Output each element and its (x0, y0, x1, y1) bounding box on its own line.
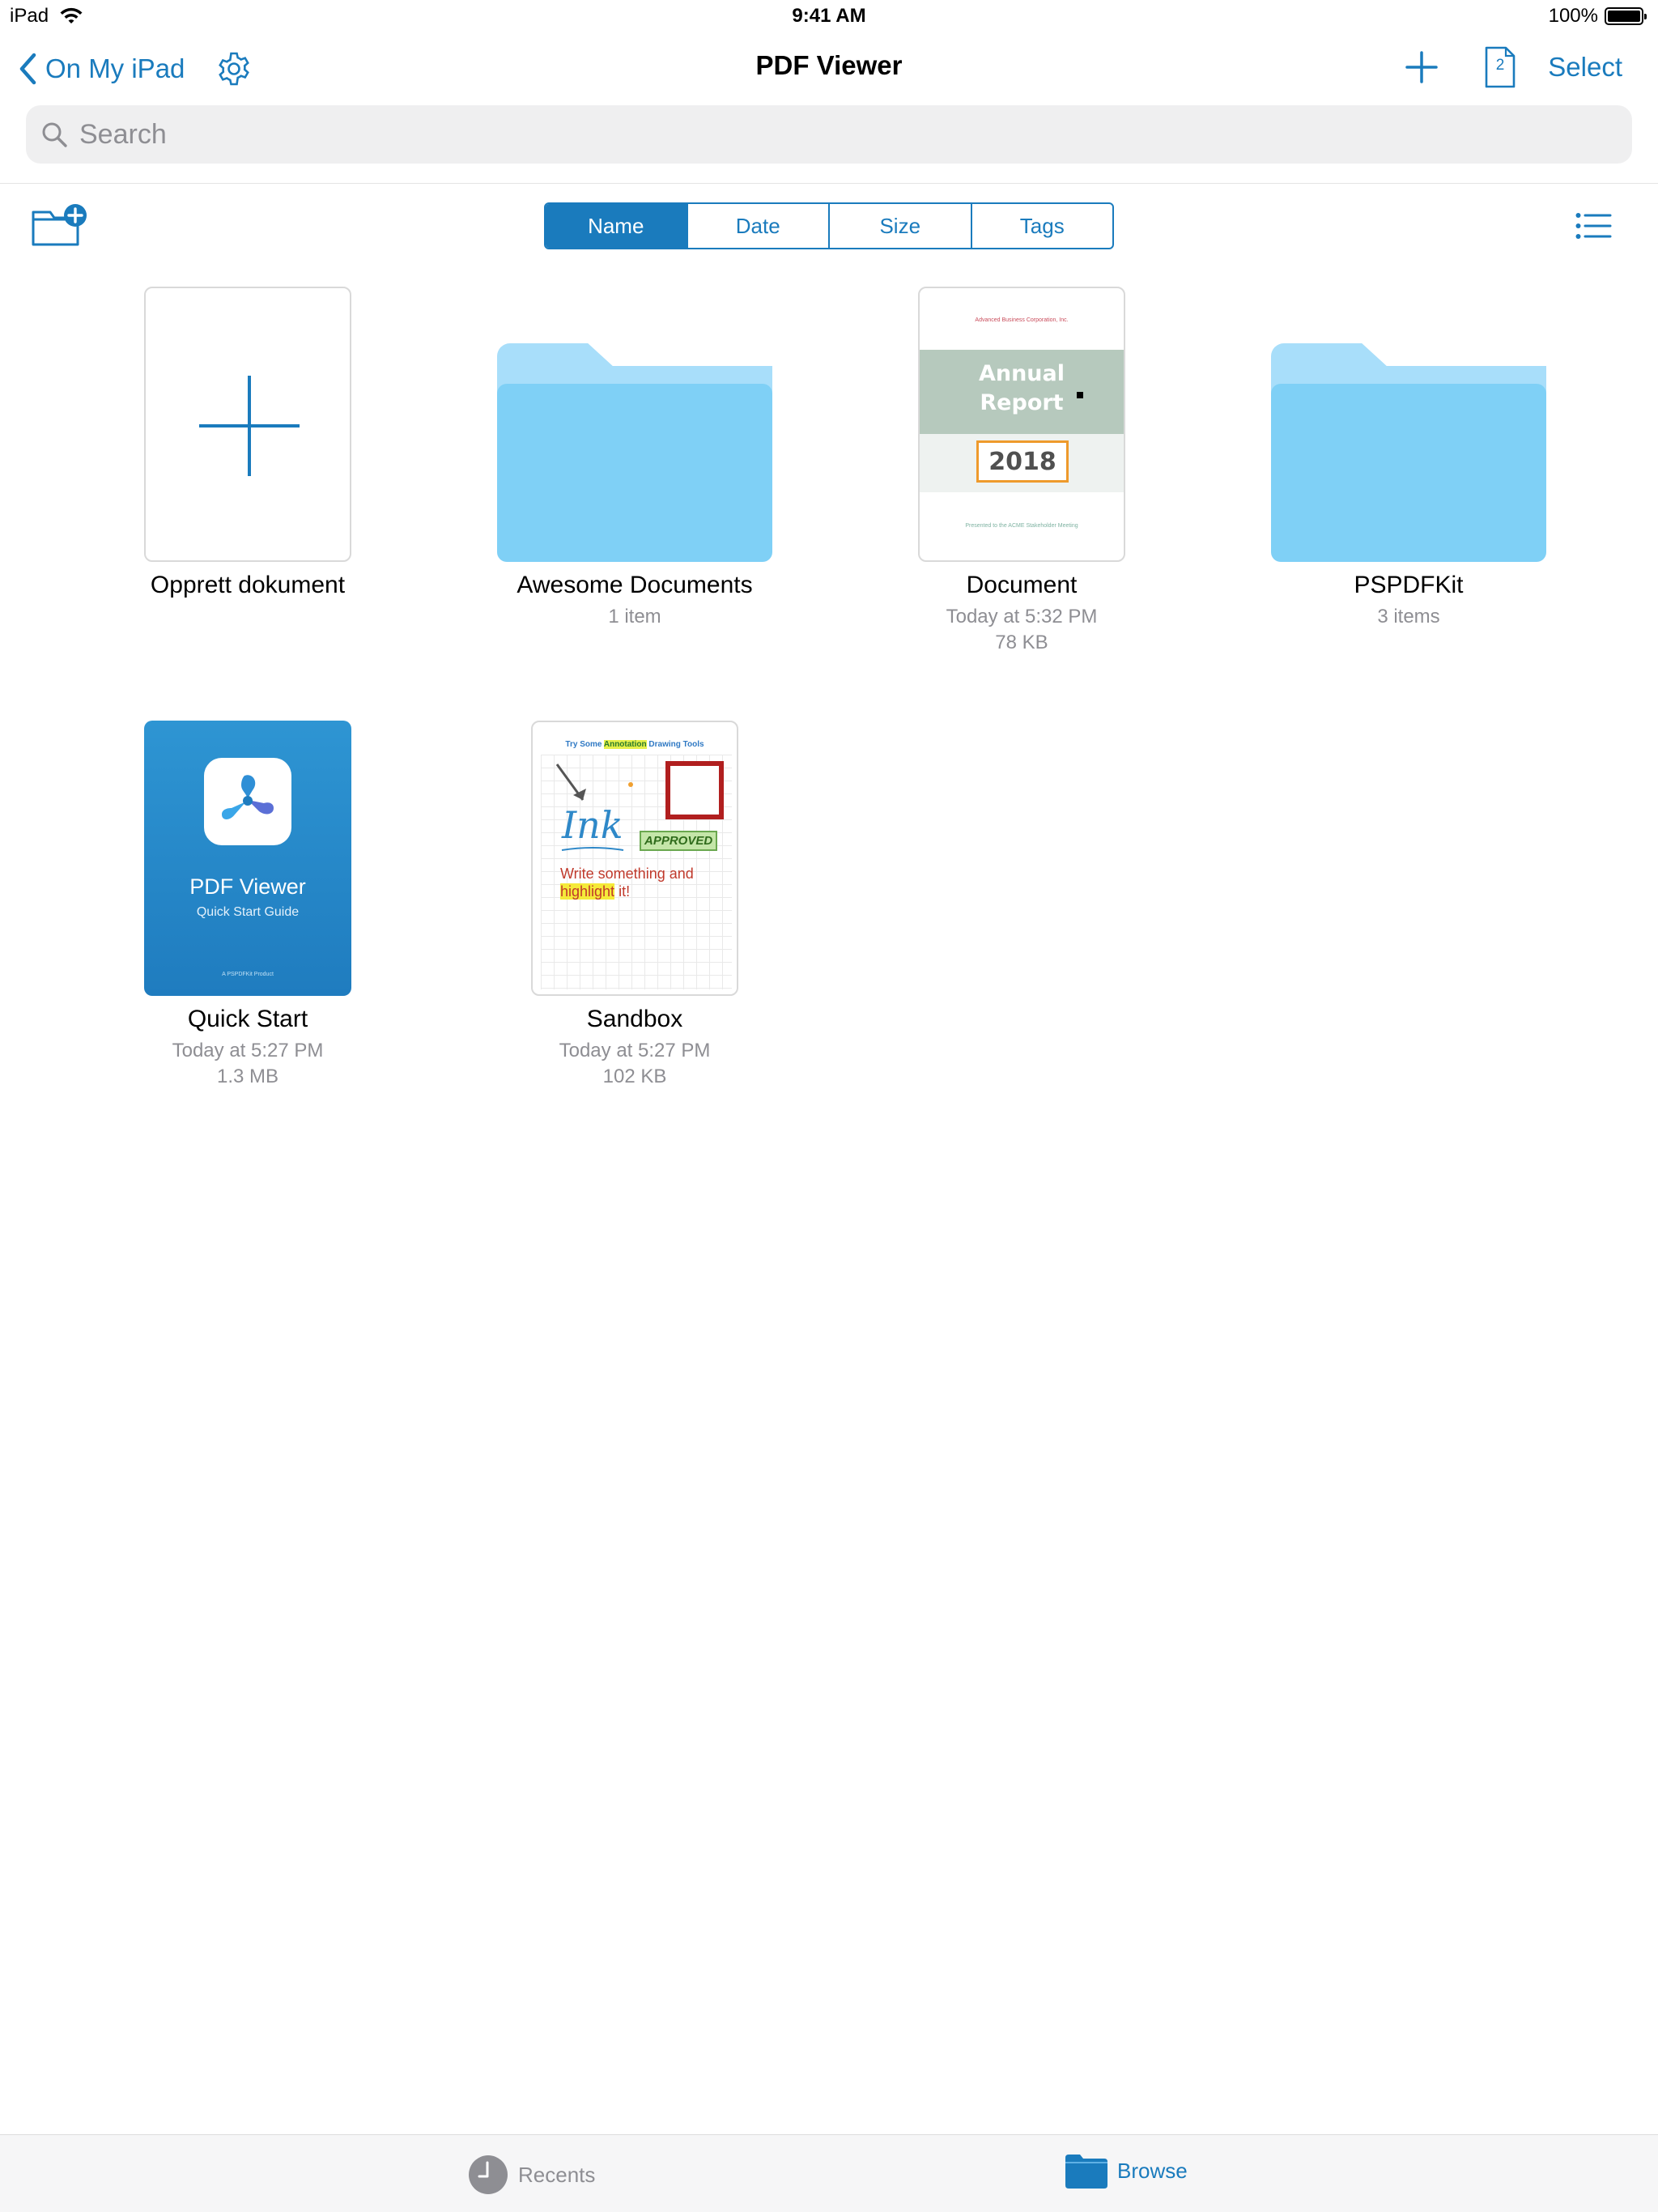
sort-segmented-control: Name Date Size Tags (544, 202, 1114, 249)
sort-name[interactable]: Name (546, 204, 688, 248)
sandbox-item[interactable]: Try Some Annotation Drawing Tools Ink AP… (473, 721, 797, 1090)
item-name: PSPDFKit (1354, 572, 1464, 598)
item-date: Today at 5:27 PM (559, 1040, 711, 1061)
battery-icon (1605, 7, 1647, 25)
tab-recents[interactable]: Recents (468, 2155, 595, 2195)
tab-count: 2 (1495, 57, 1505, 74)
document-thumbnail: Advanced Business Corporation, Inc. Annu… (918, 287, 1125, 562)
add-icon[interactable] (1403, 49, 1440, 86)
sort-tags[interactable]: Tags (972, 204, 1113, 248)
item-size: 102 KB (602, 1066, 667, 1087)
item-size: 1.3 MB (216, 1066, 279, 1087)
sort-size[interactable]: Size (830, 204, 972, 248)
tab-browse[interactable]: Browse (1065, 2153, 1188, 2189)
item-name: Awesome Documents (517, 572, 753, 598)
item-name: Quick Start (187, 1006, 308, 1032)
document-item[interactable]: Advanced Business Corporation, Inc. Annu… (860, 287, 1184, 656)
item-date: Today at 5:27 PM (172, 1040, 324, 1061)
folder-icon (1065, 2155, 1107, 2189)
item-size: 78 KB (995, 632, 1048, 653)
open-tabs-button[interactable]: 2 (1484, 45, 1516, 89)
folder-item-pspdfkit[interactable]: PSPDFKit 3 items (1247, 287, 1571, 630)
list-view-icon[interactable] (1575, 212, 1613, 240)
search-bar[interactable] (26, 105, 1632, 164)
divider (0, 183, 1658, 184)
create-document-thumbnail (144, 287, 351, 562)
clock-icon (469, 2155, 508, 2194)
item-name: Document (966, 572, 1078, 598)
status-bar: iPad 9:41 AM 100% (0, 0, 1658, 32)
item-name: Opprett dokument (150, 572, 346, 598)
quick-start-item[interactable]: PDF Viewer Quick Start Guide A PSPDFKit … (86, 721, 410, 1090)
pdf-viewer-logo-icon (204, 758, 291, 845)
sandbox-thumbnail: Try Some Annotation Drawing Tools Ink AP… (531, 721, 738, 996)
new-folder-icon[interactable] (31, 202, 89, 248)
sort-date[interactable]: Date (688, 204, 830, 248)
item-meta: 3 items (1377, 606, 1440, 627)
create-document-item[interactable]: Opprett dokument (86, 287, 410, 599)
item-meta: 1 item (608, 606, 661, 627)
tab-bar: Recents Browse (0, 2134, 1658, 2212)
item-name: Sandbox (586, 1006, 683, 1032)
folder-item-awesome-documents[interactable]: Awesome Documents 1 item (473, 287, 797, 630)
tab-browse-label: Browse (1117, 2158, 1188, 2183)
quick-start-thumbnail: PDF Viewer Quick Start Guide A PSPDFKit … (144, 721, 351, 996)
tab-recents-label: Recents (518, 2162, 596, 2187)
plus-icon (199, 376, 300, 476)
search-input[interactable] (79, 118, 1537, 151)
battery-percent: 100% (1548, 5, 1598, 27)
folder-icon (1271, 343, 1546, 562)
folder-icon (497, 343, 772, 562)
select-button[interactable]: Select (1548, 52, 1622, 83)
item-date: Today at 5:32 PM (946, 606, 1098, 627)
search-icon (42, 122, 67, 147)
clock: 9:41 AM (792, 5, 866, 27)
